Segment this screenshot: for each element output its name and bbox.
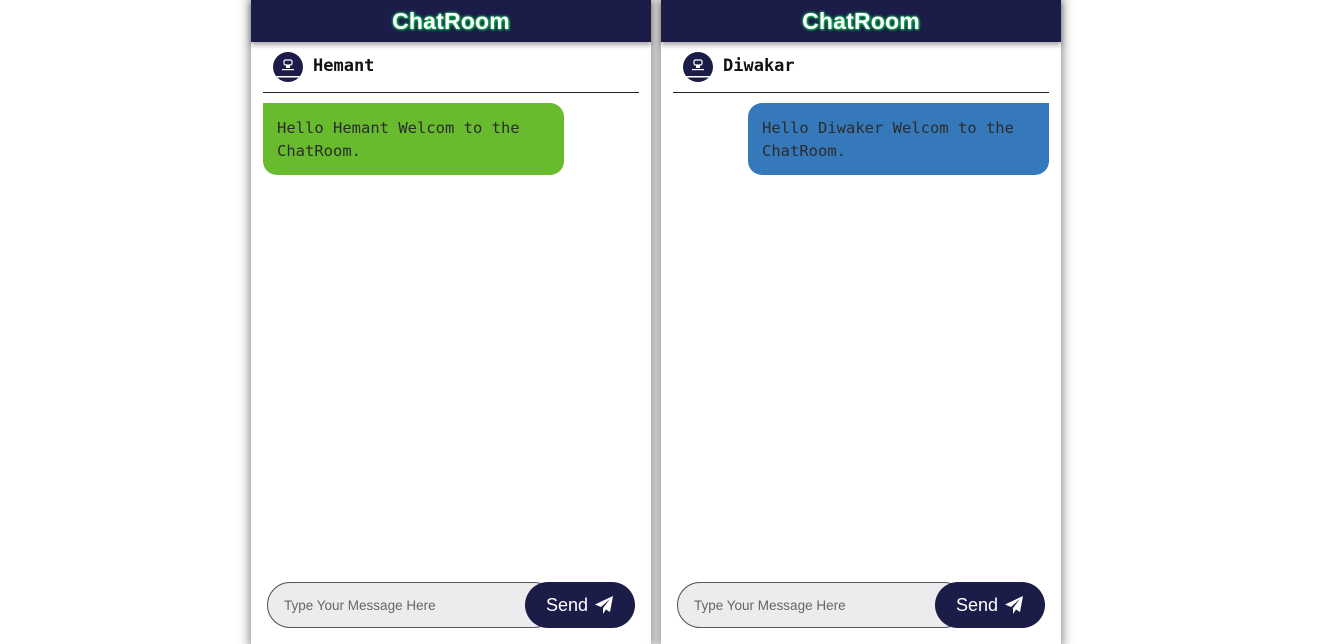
panel-header: ChatRoom <box>251 0 651 42</box>
user-name: Hemant <box>313 56 375 76</box>
chat-demo-stage: ChatRoom Hemant Hello Hemant Welcom to t… <box>0 0 1319 644</box>
send-button-label: Send <box>955 594 999 615</box>
user-bar: Hemant <box>263 50 639 93</box>
panel-title: ChatRoom <box>392 7 510 34</box>
message-input[interactable] <box>677 582 967 628</box>
message-composer: Send <box>677 582 1045 628</box>
message-input[interactable] <box>267 582 557 628</box>
paper-plane-icon <box>1004 595 1024 615</box>
message-composer: Send <box>267 582 635 628</box>
send-button-label: Send <box>545 594 589 615</box>
panel-header: ChatRoom <box>661 0 1061 42</box>
user-bar: Diwakar <box>673 50 1049 93</box>
user-avatar-icon[interactable] <box>273 52 303 82</box>
chat-panel-diwakar: ChatRoom Diwakar Hello Diwaker Welcom to… <box>661 0 1061 644</box>
message-bubble-outgoing: Hello Diwaker Welcom to the ChatRoom. <box>748 103 1049 175</box>
panel-title: ChatRoom <box>802 7 920 34</box>
paper-plane-icon <box>594 595 614 615</box>
chat-panel-hemant: ChatRoom Hemant Hello Hemant Welcom to t… <box>251 0 651 644</box>
user-avatar-icon[interactable] <box>683 52 713 82</box>
user-name: Diwakar <box>723 56 795 76</box>
message-bubble-incoming: Hello Hemant Welcom to the ChatRoom. <box>263 103 564 175</box>
send-button[interactable]: Send <box>935 582 1045 628</box>
send-button[interactable]: Send <box>525 582 635 628</box>
